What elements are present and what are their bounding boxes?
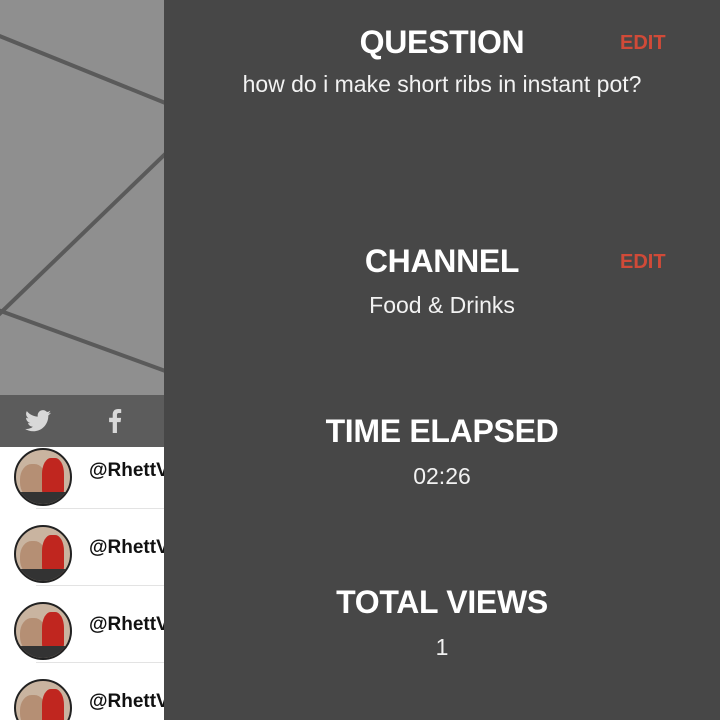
total-views-title: TOTAL VIEWS	[336, 584, 548, 620]
total-views-value: 1	[435, 634, 449, 660]
share-bar	[0, 395, 164, 447]
edit-channel-button[interactable]: EDIT	[620, 251, 666, 274]
comment-username: @RhettV	[89, 691, 164, 712]
tile-grout-line	[0, 305, 164, 385]
comment-username: @RhettV	[89, 614, 164, 635]
tile-grout-line	[0, 149, 164, 333]
comment-username: @RhettV	[89, 537, 164, 558]
time-elapsed-title: TIME ELAPSED	[325, 413, 559, 449]
avatar	[14, 448, 72, 506]
time-elapsed-value: 02:26	[413, 463, 471, 489]
list-item[interactable]: @RhettV	[0, 447, 164, 509]
avatar	[14, 679, 72, 720]
stream-info-panel: QUESTION EDIT how do i make short ribs i…	[164, 0, 720, 720]
twitter-icon[interactable]	[24, 407, 52, 435]
list-item[interactable]: @RhettV	[0, 586, 164, 663]
avatar	[14, 525, 72, 583]
edit-question-button[interactable]: EDIT	[620, 32, 666, 55]
video-preview	[0, 0, 164, 395]
question-text: how do i make short ribs in instant pot?	[242, 71, 642, 97]
facebook-icon[interactable]	[101, 407, 129, 435]
tile-grout-line	[0, 30, 164, 117]
list-item[interactable]: @RhettV	[0, 509, 164, 586]
channel-name: Food & Drinks	[369, 292, 515, 318]
comments-list: @RhettV @RhettV @RhettV @RhettV	[0, 447, 164, 720]
avatar	[14, 602, 72, 660]
list-item[interactable]: @RhettV	[0, 663, 164, 720]
comment-username: @RhettV	[89, 460, 164, 481]
